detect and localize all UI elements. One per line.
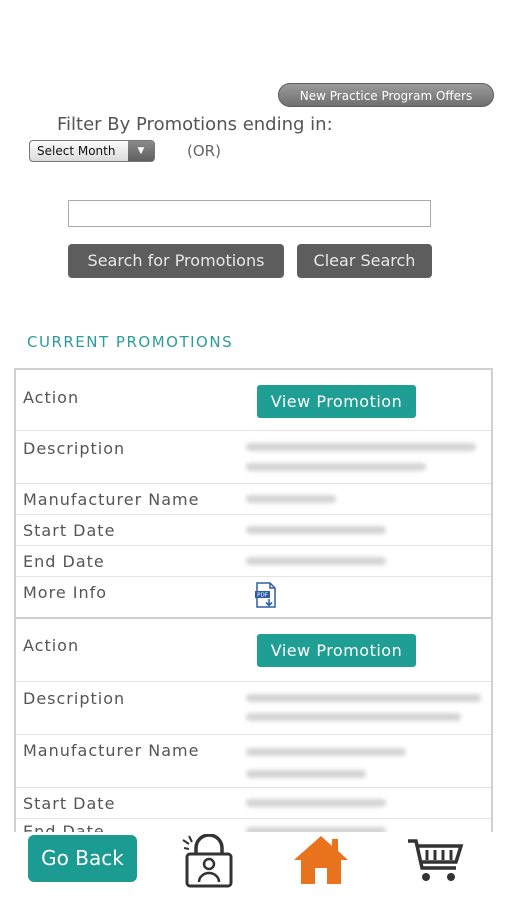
cart-icon[interactable]	[406, 838, 464, 884]
end-date-value-redacted	[246, 557, 386, 565]
description-row: Description	[16, 682, 491, 735]
manufacturer-label: Manufacturer Name	[23, 490, 200, 509]
action-row: Action View Promotion	[16, 370, 491, 431]
or-label: (OR)	[187, 142, 221, 160]
pdf-icon[interactable]: PDF	[254, 582, 278, 608]
description-value-redacted	[246, 713, 461, 721]
end-date-row: End Date	[16, 819, 491, 833]
view-promotion-button[interactable]: View Promotion	[257, 385, 416, 418]
manufacturer-value-redacted	[246, 495, 336, 503]
clear-search-button[interactable]: Clear Search	[297, 244, 432, 278]
month-select[interactable]: Select Month ▼	[29, 140, 155, 162]
promotion-card: Action View Promotion Description Manufa…	[16, 370, 491, 619]
manufacturer-label: Manufacturer Name	[23, 741, 200, 760]
action-row: Action View Promotion	[16, 619, 491, 682]
svg-text:PDF: PDF	[257, 593, 268, 599]
manufacturer-row: Manufacturer Name	[16, 735, 491, 788]
description-value-redacted	[246, 443, 476, 451]
new-practice-offers-button[interactable]: New Practice Program Offers	[278, 83, 494, 107]
start-date-row: Start Date	[16, 515, 491, 546]
description-label: Description	[23, 439, 126, 458]
description-label: Description	[23, 689, 126, 708]
action-label: Action	[23, 636, 80, 655]
start-date-value-redacted	[246, 799, 386, 807]
section-title: CURRENT PROMOTIONS	[27, 333, 234, 351]
description-value-redacted	[246, 694, 481, 702]
bottom-nav: Go Back	[0, 832, 507, 900]
view-promotion-button[interactable]: View Promotion	[257, 634, 416, 667]
action-label: Action	[23, 388, 80, 407]
description-row: Description	[16, 431, 491, 484]
account-lock-icon[interactable]	[181, 834, 237, 888]
promotion-card: Action View Promotion Description Manufa…	[16, 619, 491, 833]
start-date-label: Start Date	[23, 521, 116, 540]
manufacturer-row: Manufacturer Name	[16, 484, 491, 515]
start-date-row: Start Date	[16, 788, 491, 819]
chevron-down-icon: ▼	[128, 141, 154, 161]
manufacturer-value-redacted	[246, 748, 406, 756]
promotions-table[interactable]: Action View Promotion Description Manufa…	[14, 368, 493, 833]
manufacturer-value-redacted	[246, 770, 366, 778]
end-date-label: End Date	[23, 552, 105, 571]
start-date-label: Start Date	[23, 794, 116, 813]
home-icon[interactable]	[292, 834, 350, 886]
go-back-button[interactable]: Go Back	[28, 835, 137, 882]
start-date-value-redacted	[246, 526, 386, 534]
more-info-row: More Info PDF	[16, 577, 491, 617]
end-date-row: End Date	[16, 546, 491, 577]
search-promotions-button[interactable]: Search for Promotions	[68, 244, 284, 278]
month-select-value: Select Month	[37, 144, 116, 158]
more-info-label: More Info	[23, 583, 108, 602]
search-input[interactable]	[68, 200, 431, 227]
description-value-redacted	[246, 463, 426, 471]
filter-label: Filter By Promotions ending in:	[57, 114, 333, 135]
